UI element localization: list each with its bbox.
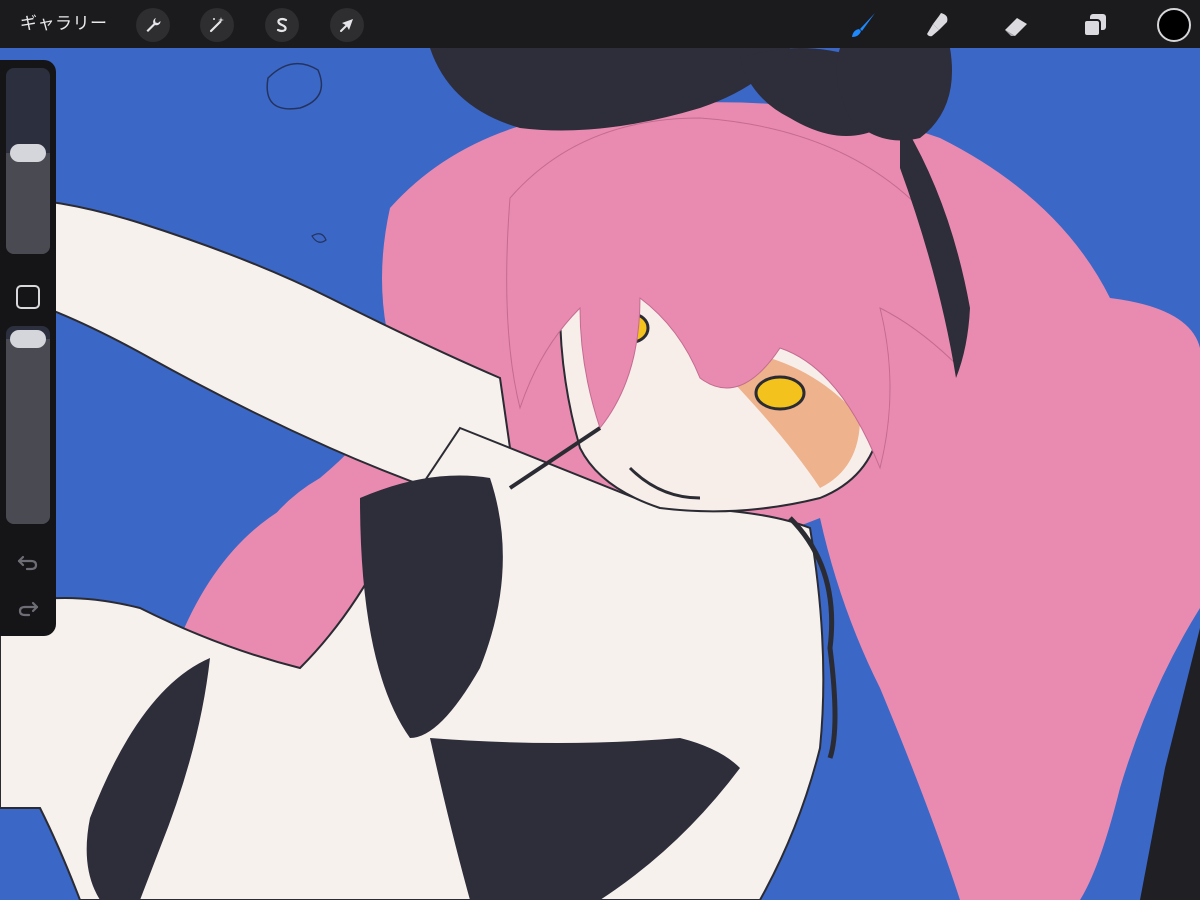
modify-square-icon[interactable] — [16, 285, 40, 309]
brush-size-thumb[interactable] — [10, 144, 46, 162]
layers-icon[interactable] — [1077, 7, 1113, 43]
brush-icon[interactable] — [845, 7, 881, 43]
color-picker-button[interactable] — [1157, 8, 1191, 42]
top-toolbar: ギャラリー — [0, 0, 1200, 48]
adjustments-wand-icon[interactable] — [200, 8, 234, 42]
actions-wrench-icon[interactable] — [136, 8, 170, 42]
eraser-icon[interactable] — [998, 7, 1034, 43]
drawing-canvas[interactable] — [0, 48, 1200, 900]
brush-size-slider[interactable] — [6, 68, 50, 254]
selection-s-icon[interactable] — [265, 8, 299, 42]
brush-opacity-fill — [6, 339, 50, 524]
brush-opacity-thumb[interactable] — [10, 330, 46, 348]
undo-icon[interactable] — [14, 550, 42, 574]
brush-size-fill — [6, 153, 50, 254]
smudge-icon[interactable] — [920, 7, 956, 43]
redo-icon[interactable] — [14, 596, 42, 620]
artwork — [0, 48, 1200, 900]
right-eye — [754, 375, 806, 411]
brush-opacity-slider[interactable] — [6, 326, 50, 524]
transform-arrow-icon[interactable] — [330, 8, 364, 42]
left-sidebar — [0, 60, 56, 636]
gallery-button[interactable]: ギャラリー — [20, 11, 108, 37]
